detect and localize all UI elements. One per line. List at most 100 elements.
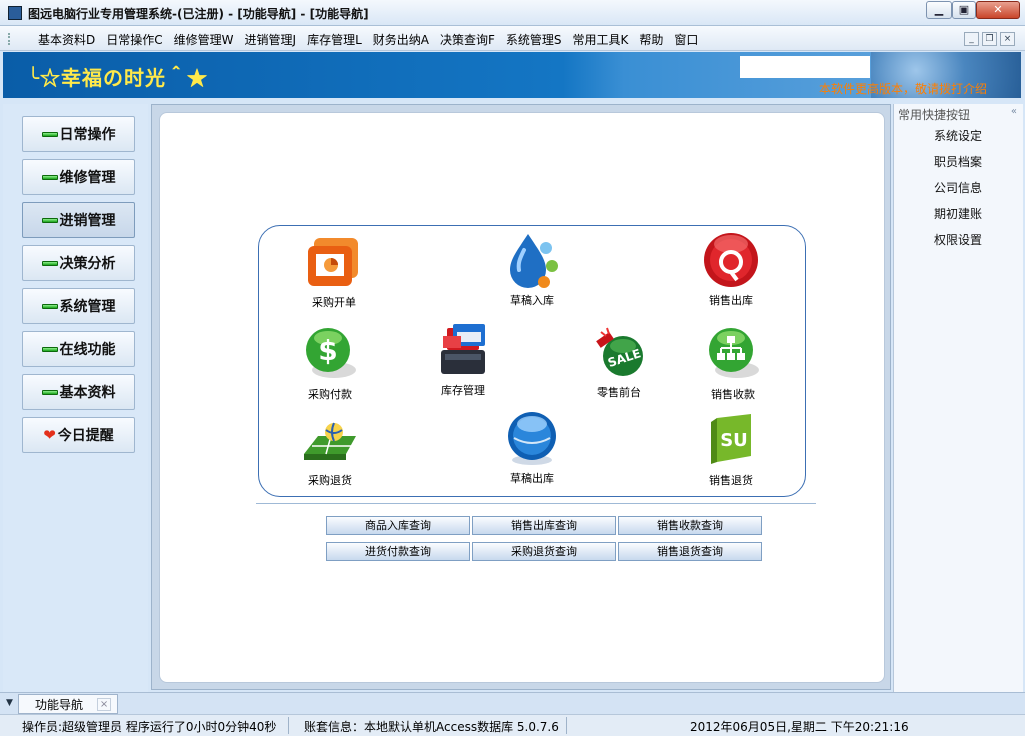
nav-label: 进销管理 [59,213,116,229]
quick-company-info[interactable]: 公司信息 [934,179,982,196]
query-purchase-return-button[interactable]: 采购退货查询 [472,542,616,561]
query-purchase-pay-button[interactable]: 进货付款查询 [326,542,470,561]
tab-dropdown-icon[interactable]: ▼ [6,698,13,708]
status-operator: 操作员:超级管理员 程序运行了0小时0分钟40秒 [22,720,277,734]
menu-purchase-sales[interactable]: 进销管理J [245,31,297,48]
green-led-icon [41,260,58,266]
menu-daily-ops[interactable]: 日常操作C [106,31,162,48]
mdi-restore-icon[interactable]: ❐ [982,32,997,46]
menu-inventory[interactable]: 库存管理L [307,31,362,48]
title-bar: 图远电脑行业专用管理系统-(已注册) - [功能导航] - [功能导航] ▁ ▣… [0,0,1025,26]
query-goods-in-button[interactable]: 商品入库查询 [326,516,470,535]
presentation-icon [308,238,358,286]
menu-basic-data[interactable]: 基本资料D [38,31,95,48]
nav-online[interactable]: 在线功能 [22,331,135,367]
nav-label: 维修管理 [59,170,116,186]
query-sales-return-button[interactable]: 销售退货查询 [618,542,762,561]
query-sales-receipt-button[interactable]: 销售收款查询 [618,516,762,535]
func-sales-receipt[interactable]: 销售收款 [683,324,783,402]
func-label: 销售收款 [711,388,755,401]
quick-staff-records[interactable]: 职员档案 [934,153,982,170]
status-account: 账套信息：本地默认单机Access数据库 5.0.7.6 [304,720,559,734]
function-icon-box: 采购开单 草稿入库 销售出库 $ 采购付款 库存管理 SALE 零售前台 销售收… [258,225,806,497]
nav-repair[interactable]: 维修管理 [22,159,135,195]
menu-finance[interactable]: 财务出纳A [373,31,429,48]
func-label: 草稿出库 [510,472,554,485]
blue-globe-icon [508,412,556,465]
func-label: 草稿入库 [510,294,554,307]
stumbleupon-icon: SU [711,414,751,464]
dollar-icon: $ [306,328,356,378]
green-led-icon [41,174,58,180]
nav-basic-data[interactable]: 基本资料 [22,374,135,410]
nav-label: 日常操作 [59,127,116,143]
window-title: 图远电脑行业专用管理系统-(已注册) - [功能导航] - [功能导航] [28,7,369,21]
query-separator [256,503,816,504]
app-icon [8,6,22,20]
header-banner: ╰☆幸福の时光＾★ 本软件更高版本，敬请拨打介绍 [3,52,1021,98]
status-divider [566,717,567,734]
menu-tools[interactable]: 常用工具K [573,31,629,48]
query-sales-out-button[interactable]: 销售出库查询 [472,516,616,535]
nav-decision[interactable]: 决策分析 [22,245,135,281]
menu-window[interactable]: 窗口 [674,31,698,48]
sports-court-icon [304,422,356,460]
maximize-button[interactable]: ▣ [952,1,976,19]
status-datetime: 2012年06月05日,星期二 下午20:21:16 [690,720,909,734]
tab-function-nav[interactable]: 功能导航 × [18,694,118,714]
close-icon[interactable]: × [97,697,112,711]
nav-label: 今日提醒 [57,428,114,444]
double-chevron-left-icon[interactable]: « [1011,106,1017,117]
quick-system-settings[interactable]: 系统设定 [934,127,982,144]
menu-system[interactable]: 系统管理S [506,31,562,48]
quick-permissions[interactable]: 权限设置 [934,231,982,248]
func-draft-out[interactable]: 草稿出库 [482,408,582,486]
menu-bar: 基本资料D 日常操作C 维修管理W 进销管理J 库存管理L 财务出纳A 决策查询… [0,26,1025,51]
nav-system[interactable]: 系统管理 [22,288,135,324]
nav-label: 决策分析 [59,256,116,272]
green-led-icon [41,346,58,352]
func-purchase-return[interactable]: 采购退货 [280,410,380,488]
menu-decision[interactable]: 决策查询F [440,31,495,48]
func-sales-return[interactable]: SU 销售退货 [681,410,781,488]
func-purchase-order[interactable]: 采购开单 [284,232,384,310]
mdi-close-icon[interactable]: × [1000,32,1015,46]
nav-label: 在线功能 [59,342,116,358]
menu-repair[interactable]: 维修管理W [174,31,234,48]
sale-tag-icon: SALE [596,327,643,376]
func-label: 库存管理 [441,384,485,397]
func-inventory[interactable]: 库存管理 [413,320,513,398]
func-retail[interactable]: SALE 零售前台 [569,322,669,400]
nav-daily-ops[interactable]: 日常操作 [22,116,135,152]
func-label: 销售退货 [709,474,753,487]
func-draft-in[interactable]: 草稿入库 [482,230,582,308]
banner-blank-box [740,56,870,78]
heart-icon: ❤ [43,425,56,444]
minimize-button[interactable]: ▁ [926,1,952,19]
green-led-icon [41,389,58,395]
banner-marquee: 本软件更高版本，敬请拨打介绍 [819,82,988,96]
func-label: 采购付款 [308,388,352,401]
document-tab-bar: ▼ 功能导航 × [0,692,1025,714]
mdi-controls: _ ❐ × [964,32,1015,46]
func-label: 零售前台 [597,386,641,399]
quick-opening-accounts[interactable]: 期初建账 [934,205,982,222]
close-button[interactable]: ✕ [976,1,1020,19]
menu-items: 基本资料D 日常操作C 维修管理W 进销管理J 库存管理L 财务出纳A 决策查询… [38,31,698,48]
quick-button-panel: 常用快捷按钮 « 系统设定 职员档案 公司信息 期初建账 权限设置 [893,104,1023,692]
nav-label: 基本资料 [59,385,116,401]
func-label: 销售出库 [709,294,753,307]
func-label: 采购退货 [308,474,352,487]
func-purchase-pay[interactable]: $ 采购付款 [280,324,380,402]
nav-purchase-sales[interactable]: 进销管理 [22,202,135,238]
mdi-minimize-icon[interactable]: _ [964,32,979,46]
status-divider [288,717,289,734]
menu-help[interactable]: 帮助 [639,31,663,48]
database-server-icon [441,324,485,374]
svg-text:$: $ [318,334,337,367]
status-bar: 操作员:超级管理员 程序运行了0小时0分钟40秒 账套信息：本地默认单机Acce… [0,714,1025,736]
quick-panel-title: 常用快捷按钮 [898,108,971,122]
nav-today-reminder[interactable]: ❤ 今日提醒 [22,417,135,453]
red-orb-icon [704,233,758,287]
func-sales-out[interactable]: 销售出库 [681,230,781,308]
